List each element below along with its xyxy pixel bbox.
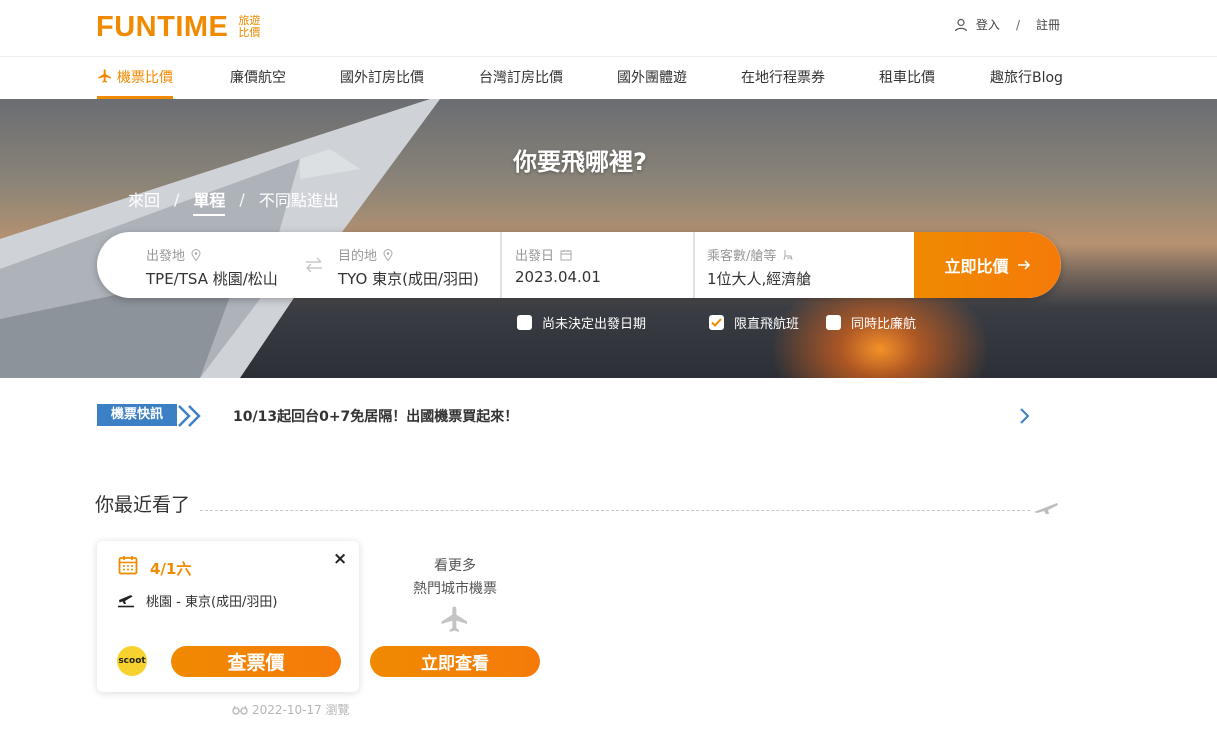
trip-multicity[interactable]: 不同點進出 xyxy=(259,187,339,211)
logo-subtitle: 旅遊 比價 xyxy=(238,15,260,39)
nav-item-overseas-hotels[interactable]: 國外訂房比價 xyxy=(340,57,424,99)
option-include-lcc[interactable]: 同時比廉航 xyxy=(826,313,916,332)
option-label: 限直飛航班 xyxy=(734,317,800,332)
recent-date: 4/1六 xyxy=(150,560,192,578)
nav-label: 機票比價 xyxy=(117,70,173,86)
nav-item-lcc[interactable]: 廉價航空 xyxy=(230,57,286,99)
view-now-button[interactable]: 立即查看 xyxy=(370,646,540,677)
recent-search-card: 4/1六 × 桃園 - 東京(成田/羽田) scoot 查票價 xyxy=(97,541,359,692)
destination-label-text: 目的地 xyxy=(338,249,378,264)
trip-separator: / xyxy=(174,189,180,209)
destination-field[interactable]: 目的地 TYO 東京(成田/羽田) xyxy=(327,232,500,298)
double-chevron-icon xyxy=(178,405,201,427)
nav-item-taiwan-hotels[interactable]: 台灣訂房比價 xyxy=(479,57,563,99)
location-pin-icon xyxy=(191,248,201,261)
airplane-icon xyxy=(441,606,467,632)
top-header: FUNTIME 旅遊 比價 登入 / 註冊 xyxy=(0,0,1217,57)
option-label: 尚未決定出發日期 xyxy=(542,317,647,332)
nav-item-car-rental[interactable]: 租車比價 xyxy=(879,57,935,99)
origin-label-text: 出發地 xyxy=(146,249,186,264)
option-label: 同時比廉航 xyxy=(851,317,917,332)
news-headline[interactable]: 10/13起回台0+7免居隔！出國機票買起來！ xyxy=(233,406,518,426)
seat-icon xyxy=(783,249,793,260)
hero-title: 你要飛哪裡? xyxy=(513,148,647,176)
passengers-value: 1位大人,經濟艙 xyxy=(707,270,812,288)
viewed-date: 2022-10-17 瀏覽 xyxy=(232,701,350,718)
departure-date-label-text: 出發日 xyxy=(515,249,555,264)
destination-value: TYO 東京(成田/羽田) xyxy=(338,270,479,288)
compare-now-label: 立即比價 xyxy=(944,257,1009,276)
airplane-icon xyxy=(98,69,111,83)
check-price-button[interactable]: 查票價 xyxy=(171,646,341,677)
airplane-icon xyxy=(1034,503,1058,514)
departure-date-label: 出發日 xyxy=(515,245,572,264)
chevron-right-icon[interactable] xyxy=(1017,406,1033,426)
checkbox-checked[interactable] xyxy=(709,315,724,330)
news-tag: 機票快訊 xyxy=(97,404,178,426)
nav-item-local-tickets[interactable]: 在地行程票券 xyxy=(741,57,825,99)
calendar-icon xyxy=(118,556,138,575)
hero-banner: 你要飛哪裡? 來回 / 單程 / 不同點進出 出發地 TPE/TSA 桃園/松山… xyxy=(0,99,1217,378)
passengers-field[interactable]: 乘客數/艙等 1位大人,經濟艙 xyxy=(695,232,914,298)
login-link[interactable]: 登入 xyxy=(976,16,1000,33)
flight-search-bar: 出發地 TPE/TSA 桃園/松山 目的地 TYO 東京(成田/羽田) 出發日 … xyxy=(97,232,1061,298)
origin-value: TPE/TSA 桃園/松山 xyxy=(146,270,278,288)
scoot-airline-logo: scoot xyxy=(117,646,147,676)
nav-item-flights[interactable]: 機票比價 xyxy=(97,57,173,99)
auth-links: 登入 / 註冊 xyxy=(954,16,1060,33)
more-line2: 熱門城市機票 xyxy=(413,581,497,597)
checkbox-unchecked[interactable] xyxy=(517,315,532,330)
location-pin-icon xyxy=(383,248,393,261)
checkmark-icon xyxy=(711,318,722,327)
glasses-icon xyxy=(232,705,248,715)
nav-item-blog[interactable]: 趣旅行Blog xyxy=(990,57,1063,99)
passengers-label-text: 乘客數/艙等 xyxy=(707,249,777,264)
origin-field[interactable]: 出發地 TPE/TSA 桃園/松山 xyxy=(97,232,303,298)
trip-oneway[interactable]: 單程 xyxy=(193,187,226,216)
dashed-divider xyxy=(200,510,1030,511)
more-line1: 看更多 xyxy=(434,558,476,574)
more-popular-cities: 看更多 熱門城市機票 xyxy=(370,555,540,601)
logo-text: FUNTIME xyxy=(96,10,229,43)
option-undecided-date[interactable]: 尚未決定出發日期 xyxy=(517,313,646,332)
calendar-icon xyxy=(560,249,572,260)
trip-separator: / xyxy=(239,189,245,209)
recent-route: 桃園 - 東京(成田/羽田) xyxy=(146,595,278,610)
auth-separator: / xyxy=(1015,17,1020,32)
trip-type-selector: 來回 / 單程 / 不同點進出 xyxy=(128,187,339,216)
flight-departure-icon xyxy=(118,595,134,608)
flight-news-bar: 機票快訊 10/13起回台0+7免居隔！出國機票買起來！ xyxy=(97,404,1032,428)
funtime-logo[interactable]: FUNTIME 旅遊 比價 xyxy=(96,10,260,44)
trip-round[interactable]: 來回 xyxy=(128,187,160,211)
departure-date-value: 2023.04.01 xyxy=(515,268,601,286)
close-icon[interactable]: × xyxy=(333,549,347,569)
nav-item-group-tours[interactable]: 國外團體遊 xyxy=(617,57,687,99)
recently-viewed-title: 你最近看了 xyxy=(95,494,191,516)
option-direct-only[interactable]: 限直飛航班 xyxy=(709,313,799,332)
destination-label: 目的地 xyxy=(338,245,393,264)
user-icon xyxy=(954,18,968,31)
register-link[interactable]: 註冊 xyxy=(1036,16,1060,33)
origin-label: 出發地 xyxy=(146,245,201,264)
main-nav: 機票比價 廉價航空 國外訂房比價 台灣訂房比價 國外團體遊 在地行程票券 租車比… xyxy=(0,57,1217,99)
viewed-date-text: 2022-10-17 瀏覽 xyxy=(252,703,350,717)
departure-date-field[interactable]: 出發日 2023.04.01 xyxy=(502,232,693,298)
logo-subtitle-line2: 比價 xyxy=(238,26,261,39)
arrow-right-icon xyxy=(1017,260,1030,270)
swap-icon[interactable] xyxy=(303,254,325,276)
passengers-label: 乘客數/艙等 xyxy=(707,245,794,264)
compare-now-button[interactable]: 立即比價 xyxy=(914,232,1061,298)
checkbox-unchecked[interactable] xyxy=(826,315,841,330)
